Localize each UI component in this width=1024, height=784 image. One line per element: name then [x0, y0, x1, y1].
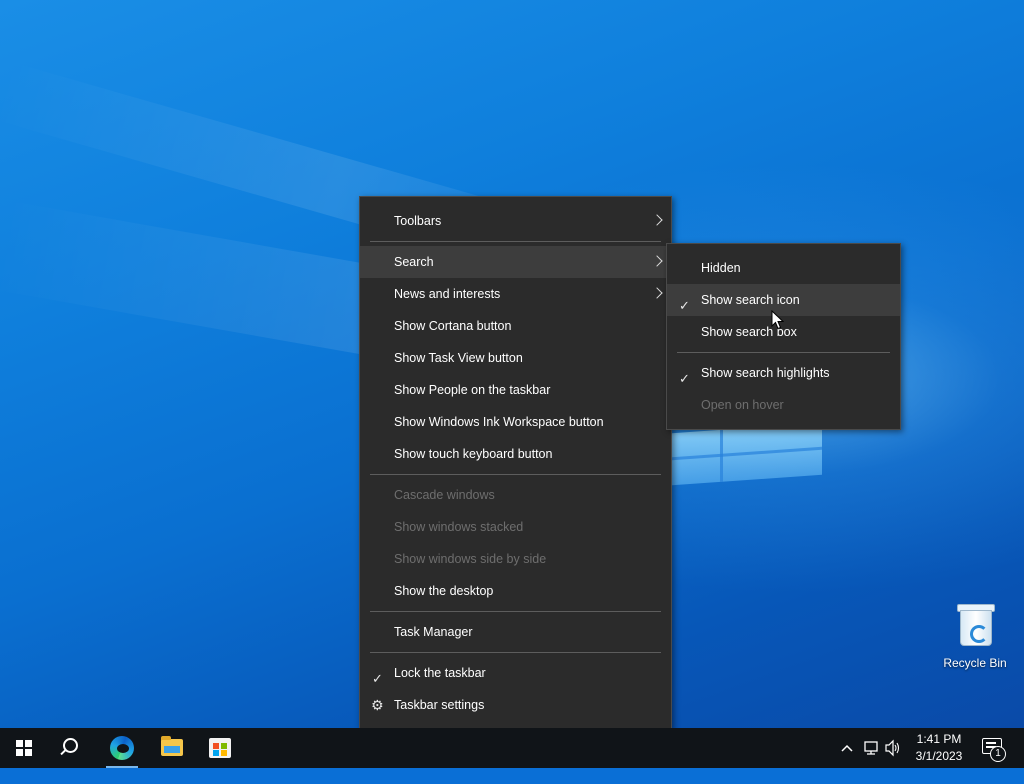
menu-item-show-touch-keyboard[interactable]: Show touch keyboard button	[360, 438, 671, 470]
menu-item-show-people[interactable]: Show People on the taskbar	[360, 374, 671, 406]
menu-item-label: Show Task View button	[394, 351, 523, 365]
windows-start-icon	[16, 740, 32, 756]
menu-separator	[370, 611, 661, 612]
menu-item-label: Hidden	[701, 261, 741, 275]
taskbar-file-explorer-button[interactable]	[148, 728, 196, 768]
menu-item-label: Show touch keyboard button	[394, 447, 553, 461]
menu-separator	[370, 241, 661, 242]
menu-item-cascade-windows: Cascade windows	[360, 479, 671, 511]
volume-button[interactable]	[884, 728, 902, 768]
menu-item-label: Show Cortana button	[394, 319, 512, 333]
menu-item-show-cortana-button[interactable]: Show Cortana button	[360, 310, 671, 342]
menu-item-label: News and interests	[394, 287, 501, 301]
start-button[interactable]	[0, 728, 48, 768]
clock-date: 3/1/2023	[915, 749, 963, 763]
menu-item-label: Show search highlights	[701, 366, 830, 380]
recycle-bin-label: Recycle Bin	[943, 656, 1007, 670]
chevron-right-icon	[651, 255, 663, 267]
recycle-bin-icon	[957, 602, 995, 646]
taskbar-edge-button[interactable]	[98, 728, 146, 768]
menu-item-show-task-view-button[interactable]: Show Task View button	[360, 342, 671, 374]
menu-item-label: Cascade windows	[394, 488, 495, 502]
taskbar-context-menu: Toolbars Search News and interests Show …	[359, 196, 672, 730]
submenu-item-show-search-highlights[interactable]: ✓ Show search highlights	[667, 357, 900, 389]
volume-icon	[885, 739, 900, 757]
submenu-item-hidden[interactable]: Hidden	[667, 252, 900, 284]
search-icon	[63, 738, 78, 753]
menu-item-windows-stacked: Show windows stacked	[360, 511, 671, 543]
menu-item-label: Show windows stacked	[394, 520, 524, 534]
menu-item-show-desktop[interactable]: Show the desktop	[360, 575, 671, 607]
menu-item-label: Show People on the taskbar	[394, 383, 551, 397]
menu-item-news-and-interests[interactable]: News and interests	[360, 278, 671, 310]
network-icon	[864, 741, 878, 755]
gear-icon: ⚙	[371, 697, 384, 713]
menu-item-label: Task Manager	[394, 625, 473, 639]
microsoft-store-icon	[209, 738, 231, 758]
edge-icon	[110, 736, 134, 760]
chevron-right-icon	[651, 287, 663, 299]
menu-item-lock-taskbar[interactable]: ✓ Lock the taskbar	[360, 657, 671, 689]
search-submenu: Hidden ✓ Show search icon Show search bo…	[666, 243, 901, 430]
menu-item-label: Toolbars	[394, 214, 442, 228]
search-button[interactable]	[48, 728, 96, 768]
taskbar-clock[interactable]: 1:41 PM 3/1/2023	[904, 731, 974, 765]
recycle-bin[interactable]: Recycle Bin	[940, 600, 1010, 670]
file-explorer-icon	[161, 736, 183, 756]
menu-separator	[370, 474, 661, 475]
clock-time: 1:41 PM	[916, 732, 962, 746]
menu-item-search[interactable]: Search	[360, 246, 671, 278]
menu-separator	[370, 652, 661, 653]
menu-separator	[677, 352, 890, 353]
menu-item-label: Show search icon	[701, 293, 800, 307]
network-button[interactable]	[862, 728, 880, 768]
chevron-right-icon	[651, 214, 663, 226]
menu-item-windows-side-by-side: Show windows side by side	[360, 543, 671, 575]
chevron-up-icon	[841, 744, 853, 752]
menu-item-taskbar-settings[interactable]: ⚙ Taskbar settings	[360, 689, 671, 721]
notification-count-badge: 1	[990, 746, 1006, 762]
menu-item-label: Taskbar settings	[394, 698, 485, 712]
menu-item-label: Open on hover	[701, 398, 784, 412]
taskbar: 1:41 PM 3/1/2023 1	[0, 728, 1024, 768]
menu-item-show-ink-workspace[interactable]: Show Windows Ink Workspace button	[360, 406, 671, 438]
menu-item-label: Search	[394, 255, 434, 269]
submenu-item-open-on-hover: Open on hover	[667, 389, 900, 421]
mouse-cursor-icon	[771, 310, 785, 330]
show-hidden-icons-button[interactable]	[840, 728, 854, 768]
taskbar-store-button[interactable]	[196, 728, 244, 768]
menu-item-task-manager[interactable]: Task Manager	[360, 616, 671, 648]
menu-item-label: Show the desktop	[394, 584, 494, 598]
menu-item-label: Show Windows Ink Workspace button	[394, 415, 604, 429]
windows-logo-wallpaper	[672, 422, 822, 486]
menu-item-label: Show windows side by side	[394, 552, 547, 566]
menu-item-toolbars[interactable]: Toolbars	[360, 205, 671, 237]
menu-item-label: Lock the taskbar	[394, 666, 486, 680]
